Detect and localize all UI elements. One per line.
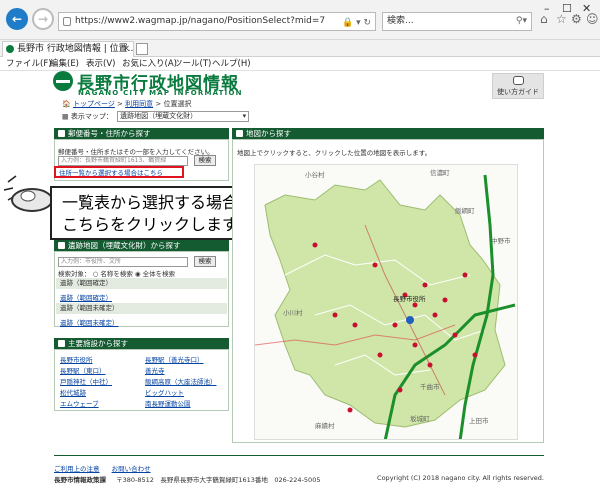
- breadcrumb-top[interactable]: トップページ: [73, 100, 115, 108]
- city-logo-icon: [53, 71, 73, 91]
- facility-panel-header: 主要施設から探す: [54, 338, 229, 349]
- forward-button[interactable]: →: [32, 8, 54, 30]
- browser-tab[interactable]: 長野市 行政地図情報 | 位置... ×: [2, 41, 134, 57]
- map-label: 麻績村: [315, 422, 335, 430]
- group-link-unconfirmed[interactable]: 遺跡（範囲未確定）: [60, 317, 119, 327]
- facility-link[interactable]: 長野駅（東口）: [60, 365, 106, 375]
- tab-close-icon[interactable]: ×: [122, 42, 130, 56]
- city-map[interactable]: 小谷村 信濃町 飯綱町 中野市 小川村 長野市役所 千曲市 上田市 麻績村 坂城…: [254, 164, 518, 440]
- facility-link[interactable]: 長野駅（善光寺口）: [145, 354, 204, 364]
- breadcrumb-separator: >: [153, 100, 164, 108]
- postal-search-input[interactable]: 入力例：長野市鶴賀緑町1613、鶴賀緑: [58, 156, 188, 166]
- mouse-icon: [513, 76, 524, 85]
- postal-hint: 郵便番号・住所またはその一部を入力してください。: [58, 148, 214, 156]
- tab-bar: 長野市 行政地図情報 | 位置... ×: [0, 40, 600, 57]
- map-label: 上田市: [469, 417, 489, 425]
- breadcrumb-usage[interactable]: 利用同意: [125, 100, 153, 108]
- map-label: 小谷村: [305, 171, 325, 179]
- footer-divider: [54, 455, 544, 456]
- usage-guide-button[interactable]: 使い方ガイド: [492, 73, 544, 99]
- map-label: 坂城町: [410, 415, 430, 423]
- browser-search-input[interactable]: 検索... ⚲▾: [382, 12, 532, 31]
- search-target-label: 検索対象：: [58, 270, 91, 278]
- browser-toolbar: ← → https://www2.wagmap.jp/nagano/Positi…: [0, 0, 600, 40]
- group-header-confirmed: 遺跡（範囲確定）: [56, 278, 227, 289]
- menu-file[interactable]: ファイル(F): [6, 57, 52, 71]
- address-bar[interactable]: https://www2.wagmap.jp/nagano/PositionSe…: [58, 12, 376, 31]
- group-header-unconfirmed: 遺跡（範囲未確定）: [56, 303, 227, 314]
- lock-icon: [63, 17, 71, 26]
- facility-link[interactable]: 善光寺: [145, 365, 165, 375]
- facility-link[interactable]: 長野市役所: [60, 354, 93, 364]
- guide-label: 使い方ガイド: [497, 88, 539, 96]
- facility-link[interactable]: 戸隠神社（中社）: [60, 376, 112, 386]
- map-icon: ▦: [62, 112, 69, 121]
- facility-link[interactable]: 南長野運動公園: [145, 398, 191, 408]
- map-label: 小川村: [283, 309, 303, 317]
- breadcrumb-separator: >: [114, 100, 126, 108]
- url-text: https://www2.wagmap.jp/nagano/PositionSe…: [75, 16, 326, 26]
- city-map-graphic: [255, 174, 516, 439]
- radio-name-label: 名称を検索: [100, 270, 133, 278]
- maximize-icon[interactable]: ☐: [562, 2, 572, 15]
- map-select-row: ▦ 表示マップ： 遺跡地図（埋蔵文化財）: [62, 111, 250, 122]
- map-label: 飯綱町: [455, 207, 475, 215]
- breadcrumb: 🏠 トップページ > 利用同意 > 位置選択: [62, 99, 191, 109]
- home-small-icon: 🏠: [62, 100, 71, 108]
- close-icon[interactable]: ✕: [582, 2, 591, 15]
- minimize-icon[interactable]: –: [544, 2, 550, 15]
- postal-search-button[interactable]: 検索: [194, 155, 216, 166]
- group-link-confirmed[interactable]: 遺跡（範囲確定）: [60, 292, 112, 302]
- search-target-row: 検索対象： ○ 名称を検索 ◉ 全体を検索: [58, 268, 175, 278]
- page-content: 長野市行政地図情報 NAGANO CITY MAP INFORMATION 使い…: [0, 71, 600, 484]
- footer-terms-link[interactable]: ご利用上の注意: [54, 465, 100, 473]
- radio-name[interactable]: ○: [93, 270, 99, 278]
- radio-all[interactable]: ◉: [135, 270, 141, 278]
- search-placeholder: 検索...: [387, 16, 414, 26]
- facility-link[interactable]: エムウェーブ: [60, 398, 99, 408]
- site-subtitle: NAGANO CITY MAP INFORMATION: [78, 89, 243, 97]
- facility-link[interactable]: 飯綱高原（大座法師池）: [145, 376, 217, 386]
- map-select-dropdown[interactable]: 遺跡地図（埋蔵文化財）: [117, 111, 250, 122]
- postal-panel-header: 郵便番号・住所から探す: [54, 128, 229, 139]
- map-label: 長野市役所: [393, 295, 426, 303]
- map-panel-header: 地図から探す: [232, 128, 544, 139]
- refresh-icon[interactable]: 🔒 ▾ ↻: [342, 15, 371, 30]
- menu-edit[interactable]: 編集(E): [50, 57, 79, 71]
- favicon-icon: [6, 45, 14, 53]
- facility-link[interactable]: 松代城跡: [60, 387, 86, 397]
- map-label: 中野市: [491, 237, 511, 245]
- map-hint: 地図上でクリックすると、クリックした位置の地図を表示します。: [237, 149, 432, 157]
- tab-title: 長野市 行政地図情報 | 位置...: [17, 44, 134, 54]
- search-icon[interactable]: ⚲▾: [516, 13, 527, 30]
- back-button[interactable]: ←: [6, 8, 28, 30]
- footer-links: ご利用上の注意 お問い合わせ: [54, 463, 161, 473]
- map-label: 信濃町: [430, 169, 450, 177]
- map-select-label: 表示マップ：: [70, 112, 113, 121]
- site-search-input[interactable]: 入力例：市役所、文所: [58, 257, 188, 267]
- new-tab-button[interactable]: [136, 43, 148, 55]
- highlight-box: [54, 166, 184, 178]
- breadcrumb-current: 位置選択: [163, 100, 192, 108]
- radio-all-label: 全体を検索: [142, 270, 176, 278]
- site-search-button[interactable]: 検索: [194, 256, 216, 267]
- map-label: 千曲市: [420, 383, 440, 391]
- footer-contact-link[interactable]: お問い合わせ: [112, 465, 151, 473]
- copyright: Copyright (C) 2018 nagano city. All righ…: [377, 474, 544, 482]
- site-panel-header: 遺跡地図（埋蔵文化財）から探す: [54, 240, 229, 251]
- settings-gear-icon[interactable]: ⚙: [571, 12, 582, 26]
- facility-link[interactable]: ビッグハット: [145, 387, 184, 397]
